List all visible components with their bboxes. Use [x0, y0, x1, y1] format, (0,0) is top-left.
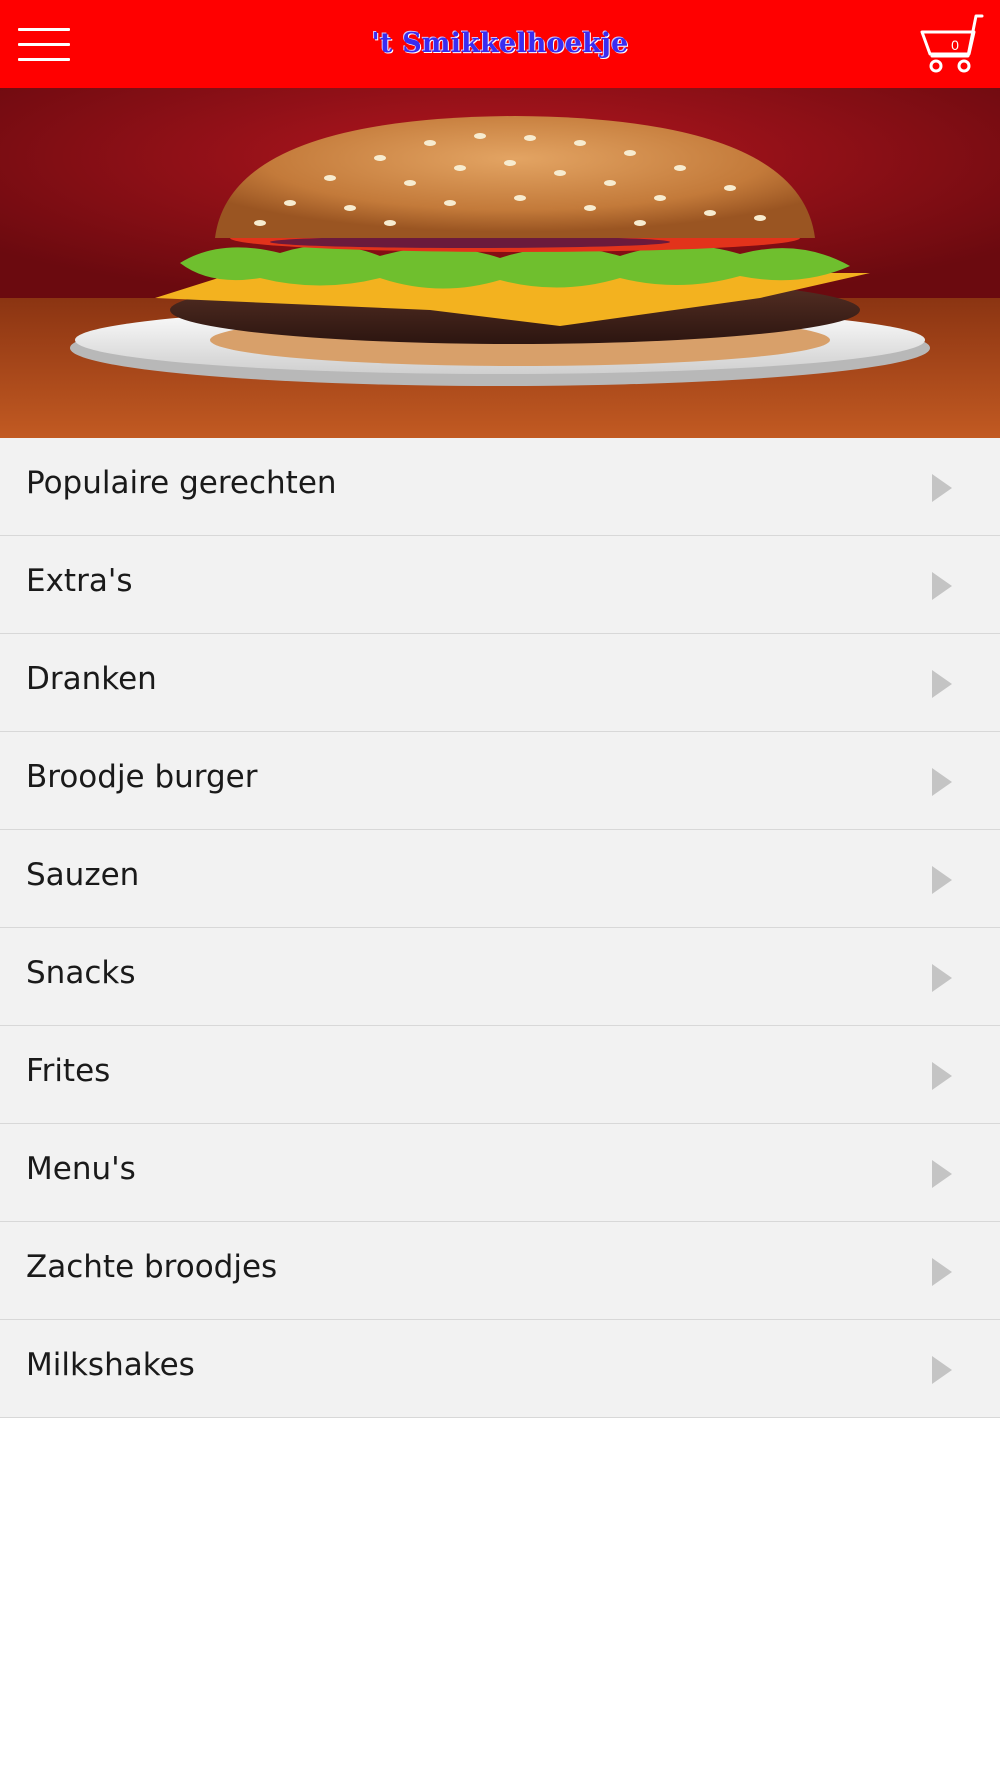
app-title: 't Smikkelhoekje: [371, 28, 629, 59]
category-label: Populaire gerechten: [26, 465, 337, 501]
category-label: Zachte broodjes: [26, 1249, 278, 1285]
hero-image: [0, 88, 1000, 438]
category-item-snacks[interactable]: Snacks: [0, 928, 1000, 1026]
category-label: Broodje burger: [26, 759, 258, 795]
category-item-dranken[interactable]: Dranken: [0, 634, 1000, 732]
hamburger-image: [0, 88, 1000, 438]
chevron-right-icon: [932, 768, 952, 796]
chevron-right-icon: [932, 1258, 952, 1286]
chevron-right-icon: [932, 964, 952, 992]
category-item-zachte-broodjes[interactable]: Zachte broodjes: [0, 1222, 1000, 1320]
category-item-extras[interactable]: Extra's: [0, 536, 1000, 634]
menu-line: [18, 58, 70, 61]
category-item-populaire-gerechten[interactable]: Populaire gerechten: [0, 438, 1000, 536]
chevron-right-icon: [932, 670, 952, 698]
category-item-sauzen[interactable]: Sauzen: [0, 830, 1000, 928]
category-list: Populaire gerechten Extra's Dranken Broo…: [0, 438, 1000, 1418]
chevron-right-icon: [932, 474, 952, 502]
chevron-right-icon: [932, 866, 952, 894]
chevron-right-icon: [932, 572, 952, 600]
category-item-menus[interactable]: Menu's: [0, 1124, 1000, 1222]
category-label: Snacks: [26, 955, 136, 991]
menu-line: [18, 43, 70, 46]
hamburger-menu-icon[interactable]: [18, 24, 70, 64]
category-item-milkshakes[interactable]: Milkshakes: [0, 1320, 1000, 1418]
cart-count-badge: 0: [951, 37, 959, 53]
category-label: Extra's: [26, 563, 133, 599]
category-item-broodje-burger[interactable]: Broodje burger: [0, 732, 1000, 830]
category-label: Sauzen: [26, 857, 140, 893]
category-label: Milkshakes: [26, 1347, 195, 1383]
category-label: Menu's: [26, 1151, 136, 1187]
top-bar: 't Smikkelhoekje 0: [0, 0, 1000, 88]
chevron-right-icon: [932, 1356, 952, 1384]
chevron-right-icon: [932, 1160, 952, 1188]
app-screen: 't Smikkelhoekje 0 Populaire gerechten E…: [0, 0, 1000, 1778]
cart-button[interactable]: 0: [918, 12, 994, 76]
category-label: Dranken: [26, 661, 157, 697]
menu-line: [18, 28, 70, 31]
chevron-right-icon: [932, 1062, 952, 1090]
category-label: Frites: [26, 1053, 111, 1089]
category-item-frites[interactable]: Frites: [0, 1026, 1000, 1124]
